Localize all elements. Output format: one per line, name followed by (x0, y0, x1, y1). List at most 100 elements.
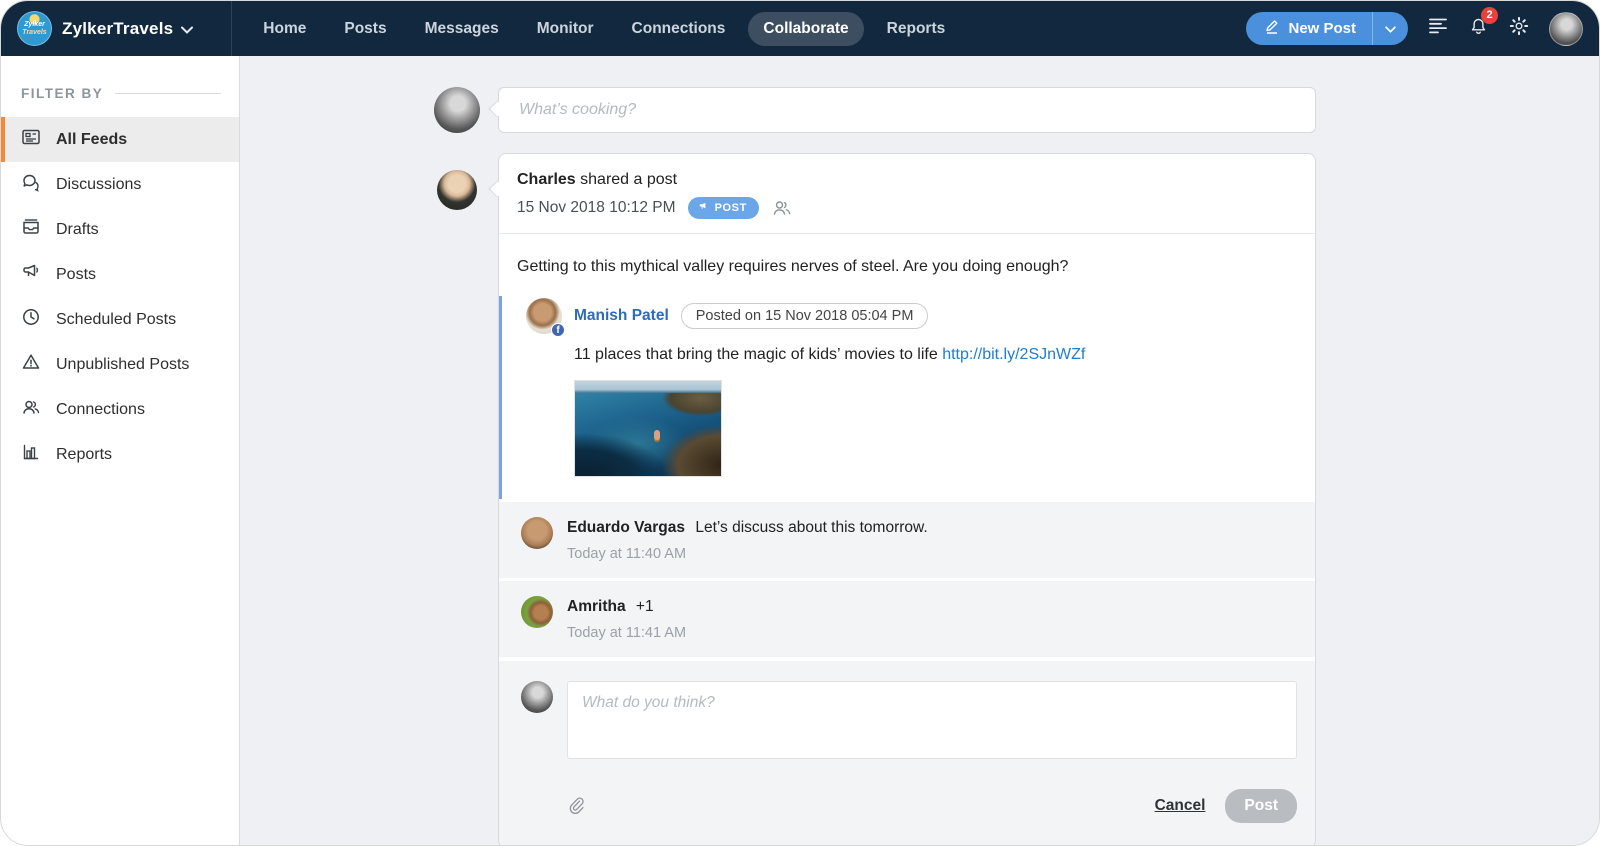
comment-timestamp: Today at 11:40 AM (567, 546, 928, 562)
nav-item-posts[interactable]: Posts (329, 12, 401, 46)
new-post-dropdown-button[interactable] (1372, 12, 1408, 45)
megaphone-icon (21, 262, 41, 287)
brand-name: ZylkerTravels (62, 19, 173, 39)
nav-item-home[interactable]: Home (248, 12, 321, 46)
sidebar-item-label: Unpublished Posts (56, 356, 189, 374)
chevron-down-icon (1385, 20, 1396, 38)
app-window: Zylker Travels ZylkerTravels Home Posts … (0, 0, 1600, 846)
post-row: Charles shared a post 15 Nov 2018 10:12 … (434, 153, 1316, 846)
shared-post-text: 11 places that bring the magic of kids’ … (574, 346, 1295, 364)
status-composer (498, 87, 1316, 133)
shared-author-name[interactable]: Manish Patel (574, 307, 669, 325)
status-composer-row (434, 87, 1316, 133)
sidebar-item-label: Connections (56, 401, 145, 419)
user-avatar[interactable] (1549, 12, 1583, 46)
primary-nav: Home Posts Messages Monitor Connections … (240, 12, 960, 46)
brand-logo[interactable]: Zylker Travels (17, 11, 52, 46)
comment-author-avatar[interactable] (521, 596, 553, 628)
sidebar-item-discussions[interactable]: Discussions (1, 162, 239, 207)
megaphone-icon (698, 201, 709, 215)
shared-post-block: f Manish Patel Posted on 15 Nov 2018 05:… (499, 296, 1295, 499)
nav-item-reports[interactable]: Reports (872, 12, 961, 46)
sidebar-item-all-feeds[interactable]: All Feeds (1, 117, 239, 162)
sidebar-item-scheduled-posts[interactable]: Scheduled Posts (1, 297, 239, 342)
chevron-down-icon (181, 19, 193, 39)
nav-item-messages[interactable]: Messages (410, 12, 514, 46)
settings-button[interactable] (1509, 16, 1529, 41)
nav-item-monitor[interactable]: Monitor (522, 12, 609, 46)
post-type-label: POST (715, 202, 747, 214)
sidebar-item-reports[interactable]: Reports (1, 432, 239, 477)
feed-main-area: Charles shared a post 15 Nov 2018 10:12 … (240, 56, 1599, 846)
sidebar-item-label: Posts (56, 266, 96, 284)
sidebar-item-label: Discussions (56, 176, 141, 194)
sidebar-item-posts[interactable]: Posts (1, 252, 239, 297)
filter-sidebar: FILTER BY All Feeds Discussions Drafts P… (1, 56, 240, 846)
warning-icon (21, 352, 41, 377)
shared-post-link[interactable]: http://bit.ly/2SJnWZf (942, 346, 1085, 363)
gear-icon (1509, 16, 1529, 41)
comment-text: +1 (636, 598, 654, 615)
comment-author-avatar[interactable] (521, 517, 553, 549)
post-body: Getting to this mythical valley requires… (499, 234, 1315, 499)
status-input[interactable] (499, 88, 1315, 132)
post-author-name[interactable]: Charles (517, 171, 576, 188)
cancel-button[interactable]: Cancel (1155, 797, 1206, 815)
post-type-badge: POST (688, 197, 759, 219)
filter-by-label: FILTER BY (21, 86, 103, 101)
comment-timestamp: Today at 11:41 AM (567, 625, 686, 641)
post-card: Charles shared a post 15 Nov 2018 10:12 … (498, 153, 1316, 846)
shared-posted-on-pill: Posted on 15 Nov 2018 05:04 PM (681, 303, 929, 329)
comment-item: Eduardo Vargas Let’s discuss about this … (499, 502, 1315, 578)
comment-author-name[interactable]: Eduardo Vargas (567, 519, 685, 536)
audience-people-icon[interactable] (771, 199, 793, 217)
post-author-avatar[interactable] (437, 170, 477, 210)
user-avatar[interactable] (434, 87, 480, 133)
attachment-paperclip-icon[interactable] (567, 795, 587, 817)
new-post-split-button: New Post (1246, 12, 1408, 45)
comment-text: Let’s discuss about this tomorrow. (695, 519, 927, 536)
discussions-icon (21, 172, 41, 197)
comment-composer: Cancel Post (499, 661, 1315, 846)
connections-icon (21, 397, 41, 422)
filter-by-header: FILTER BY (21, 86, 221, 101)
sidebar-item-unpublished-posts[interactable]: Unpublished Posts (1, 342, 239, 387)
user-avatar[interactable] (521, 681, 553, 713)
brand-logo-text: Zylker (24, 21, 45, 29)
sidebar-item-label: Drafts (56, 221, 99, 239)
clock-icon (21, 307, 41, 332)
bar-chart-icon (21, 442, 41, 467)
drafts-icon (21, 217, 41, 242)
sidebar-item-label: All Feeds (56, 131, 127, 149)
notification-count-badge: 2 (1481, 7, 1498, 24)
comment-item: Amritha +1 Today at 11:41 AM (499, 581, 1315, 657)
post-timestamp: 15 Nov 2018 10:12 PM (517, 199, 676, 217)
brand-switcher[interactable]: ZylkerTravels (62, 19, 193, 39)
filter-divider-line (115, 93, 221, 94)
nav-item-connections[interactable]: Connections (617, 12, 741, 46)
post-comment-button[interactable]: Post (1225, 789, 1297, 823)
notifications-button[interactable]: 2 (1468, 16, 1489, 42)
comment-input[interactable] (567, 681, 1297, 759)
shared-post-image[interactable] (574, 380, 722, 477)
sidebar-item-drafts[interactable]: Drafts (1, 207, 239, 252)
topbar-divider (231, 1, 232, 56)
new-post-button[interactable]: New Post (1246, 12, 1372, 45)
compose-pencil-icon (1264, 19, 1280, 39)
new-post-label: New Post (1288, 20, 1356, 37)
post-action-text: shared a post (580, 171, 677, 188)
activity-menu-button[interactable] (1428, 17, 1448, 40)
top-navigation-bar: Zylker Travels ZylkerTravels Home Posts … (1, 1, 1599, 56)
post-header: Charles shared a post 15 Nov 2018 10:12 … (499, 154, 1315, 233)
comment-author-name[interactable]: Amritha (567, 598, 626, 615)
sidebar-item-label: Reports (56, 446, 112, 464)
post-text: Getting to this mythical valley requires… (517, 258, 1295, 276)
sidebar-item-label: Scheduled Posts (56, 311, 176, 329)
feeds-icon (21, 127, 41, 152)
nav-item-collaborate[interactable]: Collaborate (748, 12, 863, 46)
topbar-actions: New Post 2 (1246, 12, 1583, 46)
sidebar-item-connections[interactable]: Connections (1, 387, 239, 432)
brand-logo-text: Travels (22, 29, 46, 37)
facebook-icon: f (551, 323, 565, 337)
list-lines-icon (1428, 17, 1448, 40)
